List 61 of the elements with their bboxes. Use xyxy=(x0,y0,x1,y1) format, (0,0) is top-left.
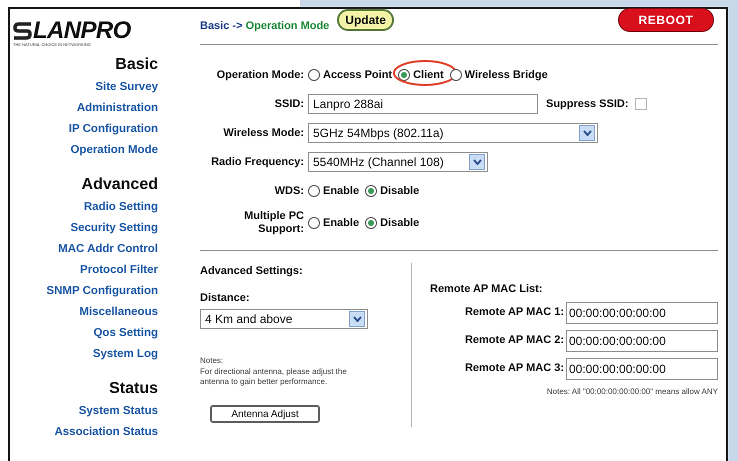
dropdown[interactable]: 5GHz 54Mbps (802.11a) xyxy=(308,123,598,143)
sidebar-link[interactable]: System Status xyxy=(78,401,158,422)
radio-label: Enable xyxy=(323,184,360,199)
dropdown[interactable]: 5540MHz (Channel 108) xyxy=(308,152,488,172)
sidebar-link[interactable]: Security Setting xyxy=(70,218,158,239)
mac-label: Remote AP MAC 3: xyxy=(464,361,564,376)
sidebar-link[interactable]: Qos Setting xyxy=(93,323,158,344)
mac-field[interactable]: 00:00:00:00:00:00 xyxy=(566,302,718,324)
mac-note: Notes: All "00:00:00:00:00:00" means allow ANY xyxy=(546,386,718,398)
sidebar-link[interactable]: Operation Mode xyxy=(70,140,158,161)
mac-label: Remote AP MAC 2: xyxy=(464,333,564,348)
radio-button[interactable] xyxy=(450,69,462,81)
radio-label: Client xyxy=(413,68,444,83)
radio-button[interactable] xyxy=(365,185,378,197)
radio-button[interactable] xyxy=(398,69,410,81)
radio-label: Disable xyxy=(380,184,420,199)
sidebar-heading: Advanced xyxy=(82,175,158,195)
update-button[interactable]: Update xyxy=(337,8,394,30)
field-label: Multiple PC Support: xyxy=(243,210,305,236)
checkbox-label: Suppress SSID: xyxy=(546,96,629,112)
radio-button[interactable] xyxy=(308,217,320,229)
sidebar-link[interactable]: Administration xyxy=(76,98,158,119)
radio-button[interactable] xyxy=(365,217,378,229)
sidebar-heading: Basic xyxy=(115,55,158,75)
field-label: SSID: xyxy=(274,98,305,110)
field-label: Wireless Mode: xyxy=(222,126,305,140)
sidebar-link[interactable]: Miscellaneous xyxy=(79,302,158,323)
radio-label: Access Point xyxy=(323,68,392,83)
distance-dropdown[interactable]: 4 Km and above xyxy=(200,309,368,329)
field-label: WDS: xyxy=(274,184,305,198)
section-title: Advanced Settings: xyxy=(200,264,304,279)
radio-button[interactable] xyxy=(308,185,320,197)
sidebar-link[interactable]: SNMP Configuration xyxy=(46,281,158,302)
logo-text: LANPRO xyxy=(33,19,131,43)
sidebar-link[interactable]: System Log xyxy=(92,344,158,365)
field-label: Operation Mode: xyxy=(216,68,305,82)
antenna-adjust-button[interactable]: Antenna Adjust xyxy=(210,405,320,423)
ssid-field[interactable]: Lanpro 288ai xyxy=(308,94,538,114)
radio-button[interactable] xyxy=(308,69,320,81)
sidebar-link[interactable]: IP Configuration xyxy=(68,119,158,140)
notes-text: For directional antenna, please adjust the antenna to gain better performance. xyxy=(200,367,348,387)
distance-label: Distance: xyxy=(200,290,251,306)
sidebar-link[interactable]: Radio Setting xyxy=(84,197,158,218)
sidebar-link[interactable]: Protocol Filter xyxy=(80,260,158,281)
field-label: Radio Frequency: xyxy=(210,156,305,168)
reboot-button[interactable]: REBOOT xyxy=(618,8,714,32)
sidebar-link[interactable]: MAC Addr Control xyxy=(58,239,158,260)
radio-label: Wireless Bridge xyxy=(464,68,548,83)
section-title: Remote AP MAC List: xyxy=(430,282,544,297)
notes-title: Notes: xyxy=(200,355,224,367)
mac-field[interactable]: 00:00:00:00:00:00 xyxy=(566,330,718,352)
sidebar-link[interactable]: Association Status xyxy=(54,422,158,443)
radio-label: Disable xyxy=(380,216,420,231)
checkbox[interactable] xyxy=(634,98,647,110)
breadcrumb: Basic -> Operation Mode xyxy=(200,19,330,34)
mac-field[interactable]: 00:00:00:00:00:00 xyxy=(566,358,718,380)
sidebar-link[interactable]: Site Survey xyxy=(95,77,158,98)
logo-icon xyxy=(13,21,33,41)
radio-label: Enable xyxy=(323,216,360,231)
sidebar-heading: Status xyxy=(109,379,158,399)
mac-label: Remote AP MAC 1: xyxy=(464,305,564,320)
